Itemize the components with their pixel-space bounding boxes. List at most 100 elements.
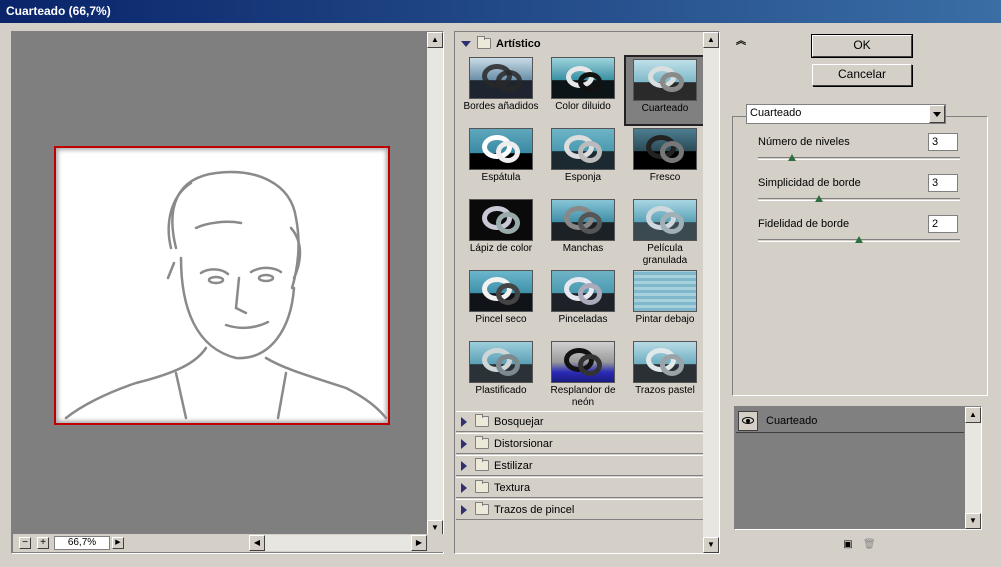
scroll-down-arrow-icon[interactable]: ▼	[703, 537, 719, 553]
fidelidad-input[interactable]: 2	[928, 215, 958, 233]
filter-pincel-seco[interactable]: Pincel seco	[460, 268, 542, 339]
simplicidad-slider[interactable]	[758, 195, 960, 202]
filter-thumbnail	[551, 341, 615, 383]
filter-thumbnail	[633, 270, 697, 312]
filter-pinceladas[interactable]: Pinceladas	[542, 268, 624, 339]
new-layer-icon[interactable]: ▣	[842, 539, 854, 551]
folder-icon	[475, 458, 489, 471]
zoom-in-button[interactable]: +	[37, 537, 49, 549]
param-label-fidelidad: Fidelidad de borde	[758, 218, 850, 230]
layers-scrollbar[interactable]: ▲ ▼	[965, 407, 981, 529]
ok-button[interactable]: OK	[811, 34, 913, 58]
eye-icon[interactable]	[738, 410, 758, 431]
filter-thumbnail	[469, 57, 533, 99]
param-label-niveles: Número de niveles	[758, 136, 850, 148]
category-textura[interactable]: Textura	[456, 477, 703, 498]
zoom-out-button[interactable]: −	[19, 537, 31, 549]
title-bar: Cuarteado (66,7%)	[0, 0, 1001, 23]
folder-icon	[475, 480, 489, 493]
filter-resplandor-de-neon[interactable]: Resplandor de neón	[542, 339, 624, 410]
category-estilizar[interactable]: Estilizar	[456, 455, 703, 476]
preview-horizontal-scrollbar[interactable]: ◀ ▶	[249, 535, 427, 551]
scroll-up-arrow-icon[interactable]: ▲	[965, 407, 981, 423]
niveles-slider[interactable]	[758, 154, 960, 161]
expand-triangle-icon[interactable]	[461, 416, 467, 427]
filter-thumbnail	[551, 128, 615, 170]
filter-manchas[interactable]: Manchas	[542, 197, 624, 268]
category-label: Distorsionar	[494, 437, 553, 450]
preview-panel: ▲ ▼ − + 66,7% ▶ ◀ ▶	[11, 31, 444, 554]
chevron-down-icon[interactable]	[929, 105, 945, 123]
filter-thumbnail	[469, 128, 533, 170]
effect-layers-panel: Cuarteado ▲ ▼	[734, 406, 982, 530]
filter-espatula[interactable]: Espátula	[460, 126, 542, 197]
gallery-scrollbar[interactable]: ▲ ▼	[703, 32, 719, 553]
double-chevron-up-icon[interactable]: ︽	[735, 36, 747, 48]
folder-icon	[475, 436, 489, 449]
filter-lapiz-de-color[interactable]: Lápiz de color	[460, 197, 542, 268]
filter-thumbnail	[551, 57, 615, 99]
filter-thumbnail	[633, 59, 697, 101]
filter-esponja[interactable]: Esponja	[542, 126, 624, 197]
cancel-button[interactable]: Cancelar	[812, 64, 912, 86]
zoom-menu-arrow-icon[interactable]: ▶	[112, 537, 124, 549]
folder-icon	[475, 502, 489, 515]
param-label-simplicidad: Simplicidad de borde	[758, 177, 861, 189]
zoom-bar: − + 66,7% ▶ ◀ ▶	[13, 534, 444, 552]
filter-select[interactable]: Cuarteado	[746, 104, 946, 124]
filter-gallery-list: Artístico Bordes añadidos Color diluido	[456, 33, 706, 552]
slider-thumb[interactable]	[788, 154, 797, 161]
category-label: Estilizar	[494, 459, 533, 472]
filter-color-diluido[interactable]: Color diluido	[542, 55, 624, 126]
niveles-input[interactable]: 3	[928, 133, 958, 151]
sketch-portrait	[64, 170, 388, 420]
zoom-level-field[interactable]: 66,7%	[54, 536, 110, 550]
filter-trazos-pastel[interactable]: Trazos pastel	[624, 339, 706, 410]
expand-triangle-icon[interactable]	[461, 40, 471, 47]
simplicidad-input[interactable]: 3	[928, 174, 958, 192]
scroll-left-arrow-icon[interactable]: ◀	[249, 535, 265, 551]
filter-pintar-debajo[interactable]: Pintar debajo	[624, 268, 706, 339]
category-trazos-de-pincel[interactable]: Trazos de pincel	[456, 499, 703, 520]
filter-thumbnail	[469, 270, 533, 312]
scroll-right-arrow-icon[interactable]: ▶	[411, 535, 427, 551]
preview-canvas[interactable]	[13, 33, 427, 537]
filter-thumbnail	[469, 341, 533, 383]
slider-thumb[interactable]	[855, 236, 863, 243]
filter-thumbnail	[469, 199, 533, 241]
trash-icon[interactable]: 🗑	[863, 539, 876, 551]
filter-plastificado[interactable]: Plastificado	[460, 339, 542, 410]
filter-pelicula-granulada[interactable]: Película granulada	[624, 197, 706, 268]
expand-triangle-icon[interactable]	[461, 460, 467, 471]
fidelidad-slider[interactable]	[758, 236, 960, 243]
filter-gallery: Artístico Bordes añadidos Color diluido	[454, 31, 720, 554]
scroll-up-arrow-icon[interactable]: ▲	[703, 32, 719, 48]
filter-thumbnail	[551, 270, 615, 312]
expand-triangle-icon[interactable]	[461, 438, 467, 449]
slider-thumb[interactable]	[814, 195, 823, 202]
scroll-down-arrow-icon[interactable]: ▼	[965, 513, 981, 529]
filter-bordes-anadidos[interactable]: Bordes añadidos	[460, 55, 542, 126]
window-title: Cuarteado (66,7%)	[6, 4, 111, 18]
filter-cuarteado[interactable]: Cuarteado	[624, 55, 706, 126]
category-label: Trazos de pincel	[494, 503, 575, 516]
filter-fresco[interactable]: Fresco	[624, 126, 706, 197]
expand-triangle-icon[interactable]	[461, 504, 467, 515]
preview-image	[54, 146, 390, 425]
category-label: Bosquejar	[494, 415, 544, 428]
effect-layer-name: Cuarteado	[766, 414, 818, 427]
effect-layer-row[interactable]: Cuarteado	[736, 409, 964, 433]
scroll-up-arrow-icon[interactable]: ▲	[427, 32, 443, 48]
category-bosquejar[interactable]: Bosquejar	[456, 411, 703, 432]
filter-thumbnail	[633, 199, 697, 241]
preview-vertical-scrollbar[interactable]: ▲ ▼	[427, 32, 443, 536]
category-artistico[interactable]: Artístico	[456, 33, 703, 54]
category-distorsionar[interactable]: Distorsionar	[456, 433, 703, 454]
folder-icon	[475, 414, 489, 427]
folder-icon	[477, 36, 491, 49]
category-label: Artístico	[496, 37, 541, 50]
expand-triangle-icon[interactable]	[461, 482, 467, 493]
filter-thumbnail	[633, 128, 697, 170]
category-label: Textura	[494, 481, 531, 494]
filter-thumbnail	[633, 341, 697, 383]
